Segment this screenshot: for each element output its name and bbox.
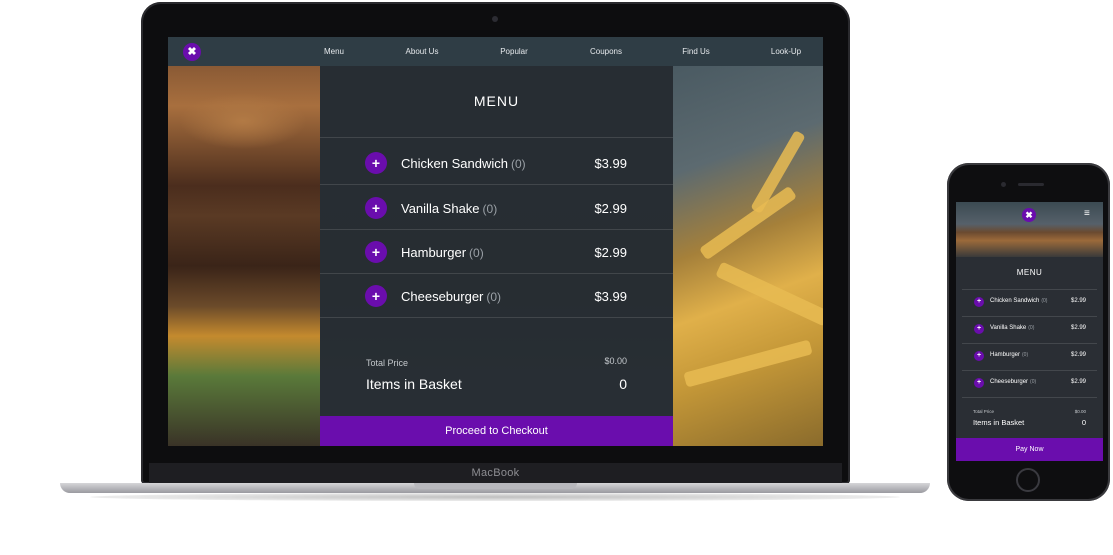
phone-menu-item-row: + Chicken Sandwich (0) $2.99	[956, 289, 1103, 316]
hamburger-menu-icon[interactable]: ≡	[1084, 208, 1090, 220]
laptop-screen: ✖ Menu About Us Popular Coupons Find Us …	[168, 37, 823, 446]
phone-item-price: $2.99	[1070, 379, 1086, 385]
phone-menu-item-row: + Hamburger (0) $2.99	[956, 343, 1103, 370]
top-nav: ✖ Menu About Us Popular Coupons Find Us …	[168, 37, 823, 66]
nav-item-about-us[interactable]: About Us	[406, 37, 439, 66]
burger-photo	[168, 66, 320, 446]
menu-item-row: + Hamburger (0) $2.99	[320, 229, 673, 273]
menu-item-count: (0)	[469, 246, 484, 260]
phone-total-price-label: Total Price	[973, 409, 995, 414]
close-x-icon[interactable]: ✖	[183, 43, 201, 61]
phone-screen: ✖ ≡ MENU + Chicken Sandwich (0) $2.99 + V…	[956, 202, 1103, 461]
plus-icon[interactable]: +	[974, 324, 984, 334]
plus-icon[interactable]: +	[974, 297, 984, 307]
laptop-notch	[414, 483, 577, 489]
phone-item-label: Chicken Sandwich (0)	[990, 298, 1047, 304]
plus-icon[interactable]: +	[365, 241, 387, 263]
menu-item-label: Hamburger (0)	[401, 245, 484, 260]
menu-title: MENU	[473, 93, 520, 109]
fries-photo	[673, 66, 823, 446]
phone-total-price-value: $0.00	[1074, 409, 1086, 414]
phone-item-name: Hamburger	[990, 352, 1021, 358]
phone-item-name: Vanilla Shake	[990, 325, 1027, 331]
nav-item-find-us[interactable]: Find Us	[682, 37, 710, 66]
phone-item-count: (0)	[1028, 325, 1035, 331]
laptop-shadow	[90, 493, 900, 501]
camera-icon	[492, 16, 498, 22]
menu-item-name: Vanilla Shake	[401, 201, 480, 216]
phone-header-photo: ✖ ≡	[956, 202, 1103, 257]
phone-item-name: Chicken Sandwich	[990, 298, 1040, 304]
menu-item-row: + Cheeseburger (0) $3.99	[320, 273, 673, 317]
menu-panel: MENU + Chicken Sandwich (0) $3.99 + Vanil…	[320, 66, 673, 446]
plus-icon[interactable]: +	[974, 351, 984, 361]
phone-item-count: (0)	[1030, 379, 1037, 385]
phone-item-count: (0)	[1041, 298, 1048, 304]
total-price-label: Total Price	[366, 358, 409, 368]
phone-item-count: (0)	[1022, 352, 1029, 358]
phone-camera-icon	[1001, 182, 1006, 187]
phone-items-in-basket-label: Items in Basket	[973, 418, 1025, 427]
phone-menu-title: MENU	[1016, 268, 1043, 277]
menu-item-price: $2.99	[594, 245, 627, 260]
menu-item-count: (0)	[486, 290, 502, 304]
phone-item-label: Cheeseburger (0)	[990, 379, 1036, 385]
menu-item-name: Cheeseburger	[401, 289, 484, 304]
phone-menu-item-row: + Vanilla Shake (0) $2.99	[956, 316, 1103, 343]
divider	[320, 317, 673, 318]
menu-item-row: + Chicken Sandwich (0) $3.99	[320, 140, 673, 184]
phone-item-price: $2.99	[1070, 325, 1086, 331]
menu-item-name: Hamburger	[401, 245, 467, 260]
menu-item-price: $3.99	[594, 289, 627, 304]
phone-menu-item-row: + Cheeseburger (0) $2.99	[956, 370, 1103, 397]
total-price-value: $0.00	[604, 356, 627, 366]
phone-items-in-basket-count: 0	[1081, 418, 1086, 427]
menu-item-name: Chicken Sandwich	[401, 156, 508, 171]
plus-icon[interactable]: +	[365, 197, 387, 219]
phone-item-price: $2.99	[1070, 352, 1086, 358]
items-in-basket-count: 0	[619, 376, 627, 392]
close-x-icon[interactable]: ✖	[1022, 208, 1036, 222]
pay-now-button[interactable]: Pay Now	[956, 438, 1103, 461]
nav-item-popular[interactable]: Popular	[500, 37, 528, 66]
menu-item-count: (0)	[510, 157, 526, 171]
phone-item-label: Vanilla Shake (0)	[990, 325, 1034, 331]
divider	[320, 137, 673, 138]
menu-item-row: + Vanilla Shake (0) $2.99	[320, 185, 673, 229]
phone-item-price: $2.99	[1070, 298, 1086, 304]
nav-item-look-up[interactable]: Look-Up	[771, 37, 801, 66]
phone-speaker	[1018, 183, 1044, 186]
menu-item-price: $2.99	[594, 201, 627, 216]
home-button	[1016, 468, 1040, 492]
phone-item-label: Hamburger (0)	[990, 352, 1028, 358]
nav-item-coupons[interactable]: Coupons	[590, 37, 622, 66]
menu-item-count: (0)	[482, 202, 498, 216]
plus-icon[interactable]: +	[365, 285, 387, 307]
menu-item-price: $3.99	[594, 156, 627, 171]
plus-icon[interactable]: +	[974, 378, 984, 388]
plus-icon[interactable]: +	[365, 152, 387, 174]
phone-item-name: Cheeseburger	[990, 379, 1029, 385]
menu-item-label: Cheeseburger (0)	[401, 289, 501, 304]
divider	[962, 397, 1097, 398]
proceed-to-checkout-button[interactable]: Proceed to Checkout	[320, 416, 673, 446]
items-in-basket-label: Items in Basket	[366, 376, 462, 392]
menu-item-label: Vanilla Shake (0)	[401, 201, 497, 216]
menu-item-label: Chicken Sandwich (0)	[401, 156, 526, 171]
laptop-brand-label: MacBook	[471, 467, 520, 479]
nav-item-menu[interactable]: Menu	[324, 37, 344, 66]
